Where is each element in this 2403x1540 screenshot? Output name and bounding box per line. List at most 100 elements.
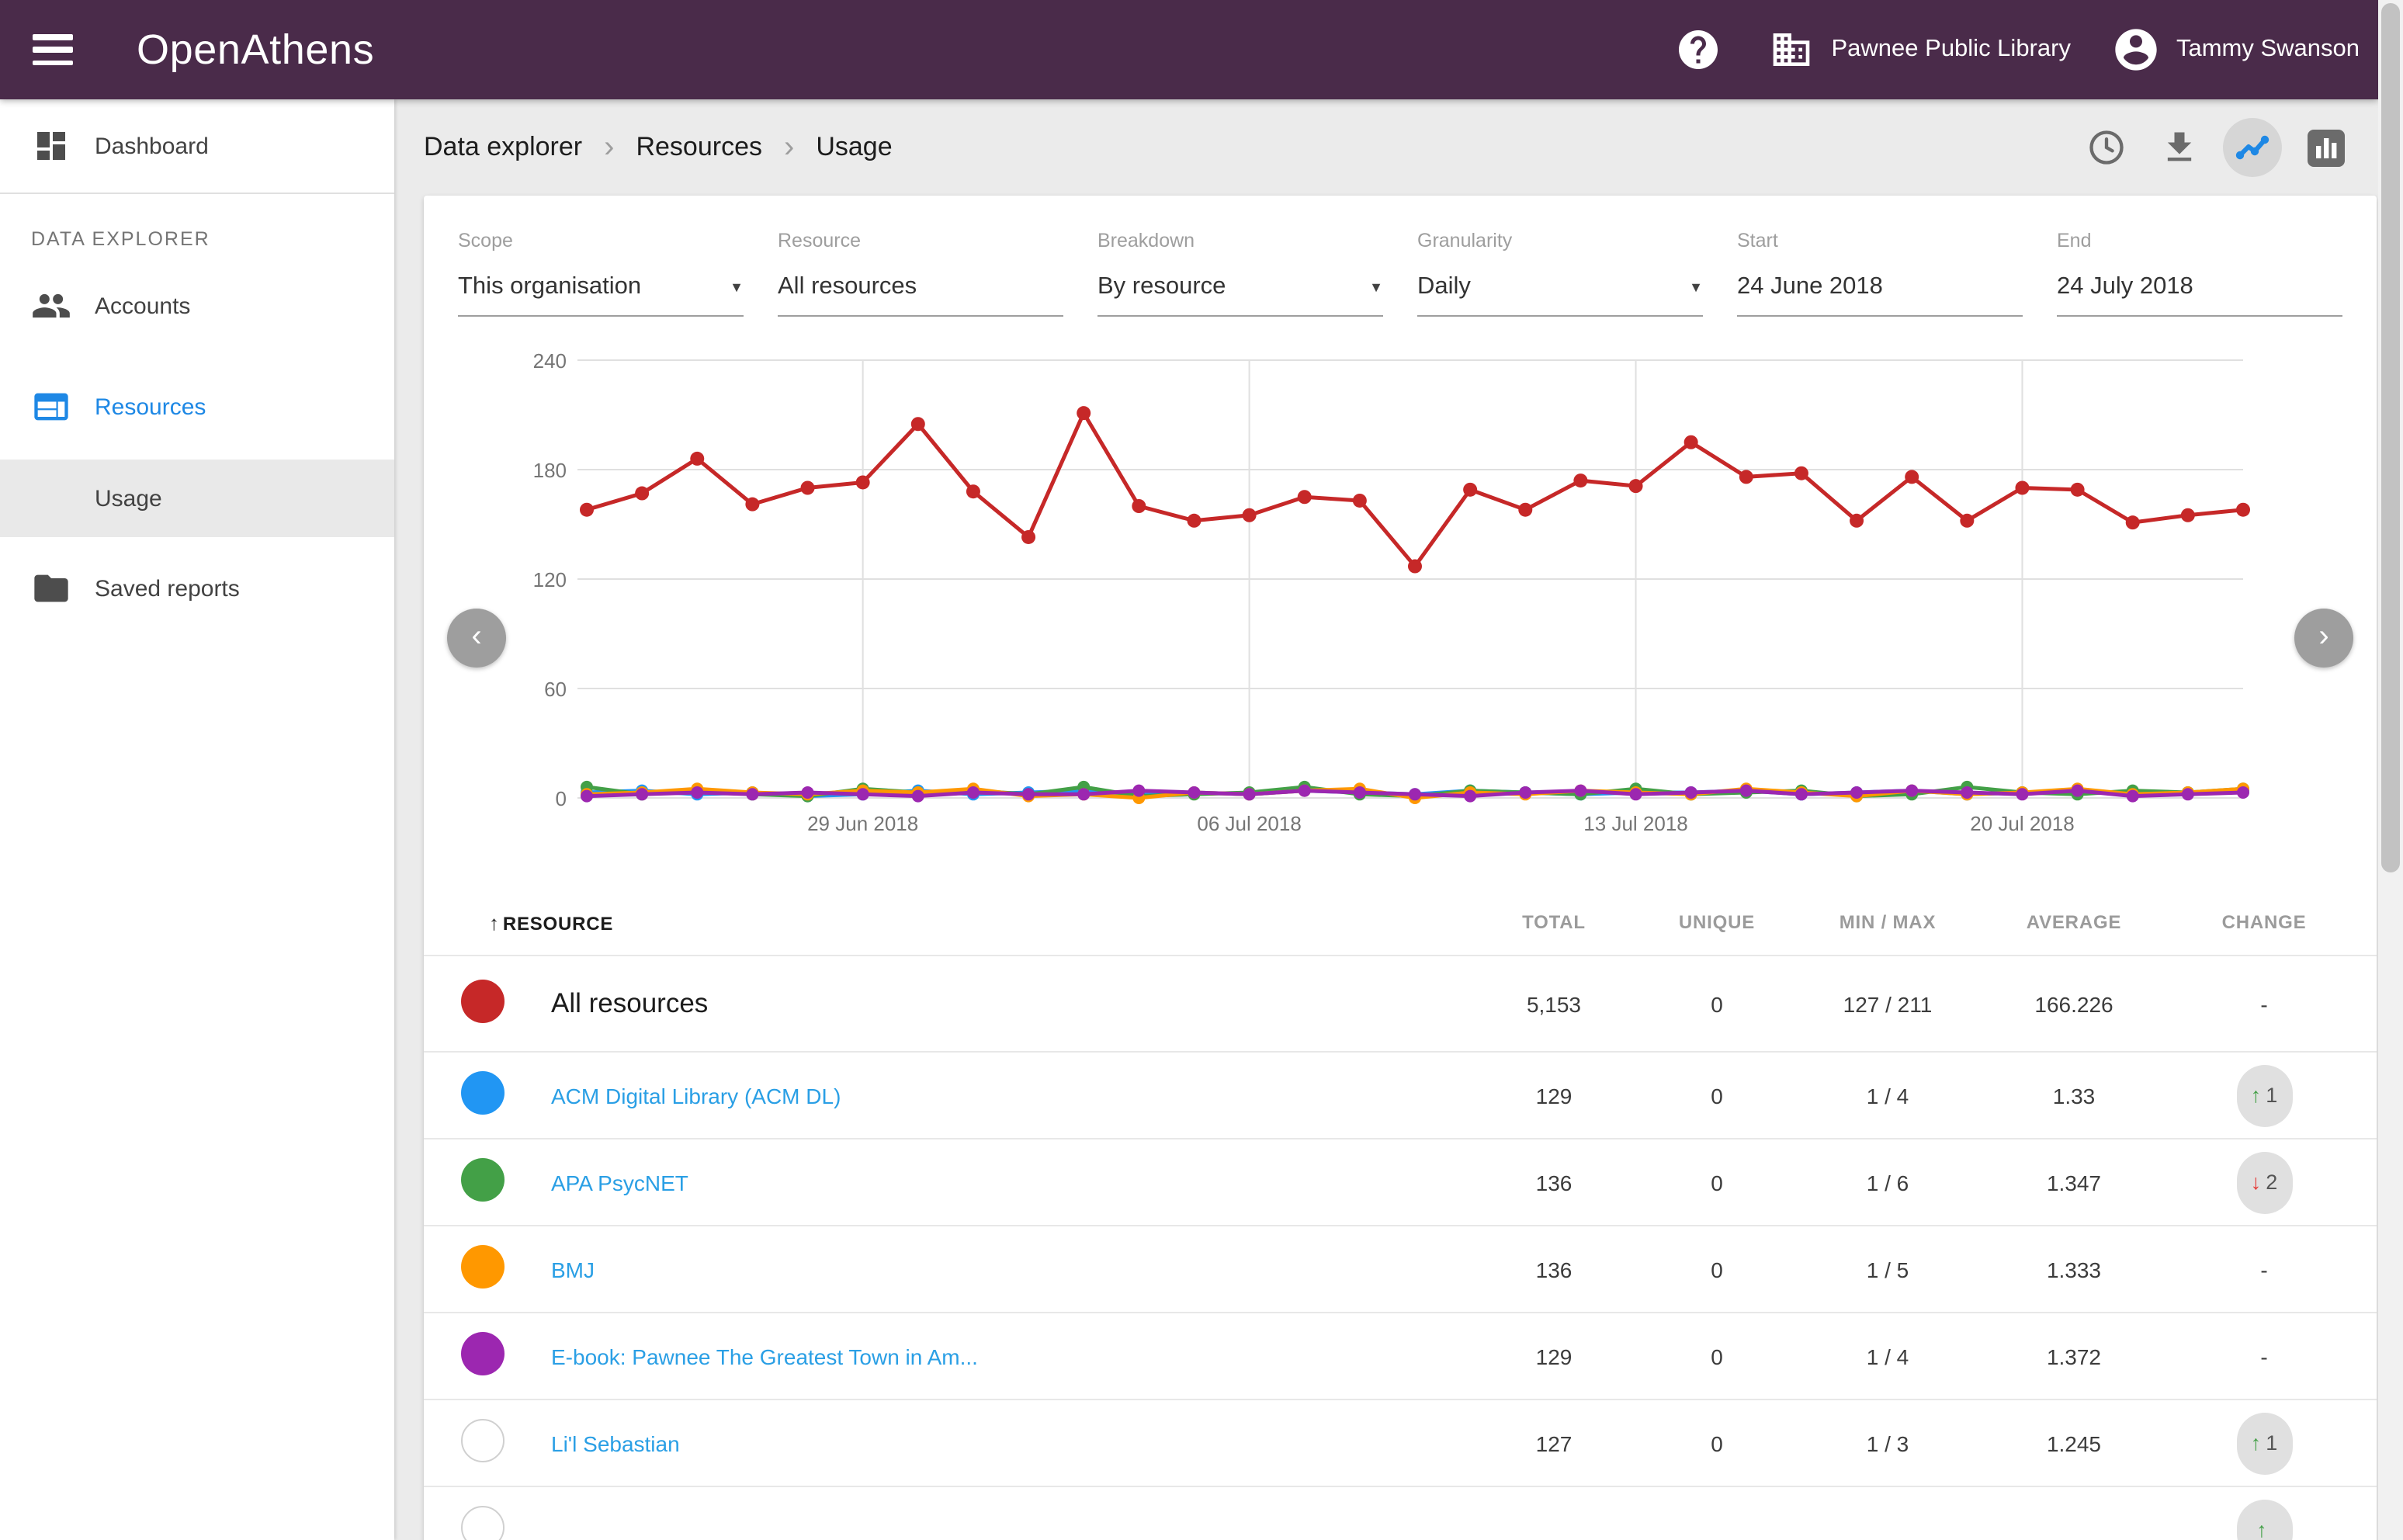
sidebar-item-saved-reports[interactable]: Saved reports: [0, 545, 394, 632]
organisation-icon[interactable]: [1767, 25, 1816, 75]
bar-chart-view-icon[interactable]: [2296, 118, 2355, 177]
table-row: APA PsycNET13601 / 61.347 ↓2: [424, 1138, 2377, 1225]
sidebar: Dashboard DATA EXPLORER Accounts Resourc…: [0, 99, 394, 1540]
breadcrumb: Data explorer › Resources › Usage: [394, 99, 2378, 196]
unique-cell: 0: [1639, 1344, 1794, 1368]
usage-chart-area: 06012018024029 Jun 201806 Jul 201813 Jul…: [424, 337, 2377, 849]
breadcrumb-resources[interactable]: Resources: [636, 132, 762, 163]
unique-cell: 0: [1639, 991, 1794, 1016]
history-icon[interactable]: [2077, 118, 2136, 177]
arrow-up-icon: ↑: [2251, 1431, 2262, 1455]
table-body: All resources5,1530127 / 211166.226-ACM …: [424, 955, 2377, 1540]
breakdown-select[interactable]: Breakdown By resource▼: [1097, 230, 1383, 317]
resource-color-cell: [461, 1506, 523, 1540]
svg-text:180: 180: [533, 459, 567, 482]
change-cell: -: [2167, 1257, 2361, 1282]
help-icon[interactable]: [1673, 25, 1723, 75]
chart-prev-button[interactable]: ‹: [447, 609, 506, 668]
sidebar-item-dashboard[interactable]: Dashboard: [0, 99, 394, 192]
download-icon[interactable]: [2150, 118, 2209, 177]
resource-column-header[interactable]: ↑RESOURCE: [461, 910, 1468, 934]
resource-link[interactable]: E-book: Pawnee The Greatest Town in Am..…: [523, 1344, 1468, 1368]
resource-color-cell: [461, 1245, 523, 1293]
arrow-up-icon: ↑: [2256, 1518, 2267, 1540]
change-value: 2: [2266, 1171, 2277, 1194]
resource-color-dot: [461, 1071, 505, 1115]
table-row: All resources5,1530127 / 211166.226-: [424, 955, 2377, 1051]
table-row: E-book: Pawnee The Greatest Town in Am..…: [424, 1312, 2377, 1399]
end-date-field[interactable]: End 24 July 2018: [2057, 230, 2342, 317]
resource-link[interactable]: Li'l Sebastian: [523, 1431, 1468, 1455]
average-cell: 1.333: [1981, 1257, 2167, 1282]
average-column-header[interactable]: AVERAGE: [1981, 911, 2167, 933]
unique-cell: 0: [1639, 1257, 1794, 1282]
table-header-row: ↑RESOURCE TOTAL UNIQUE MIN / MAX AVERAGE…: [424, 890, 2377, 955]
dashboard-icon: [31, 127, 71, 165]
minmax-cell: 1 / 6: [1794, 1170, 1981, 1195]
start-date-field[interactable]: Start 24 June 2018: [1737, 230, 2023, 317]
dropdown-caret-icon: ▼: [1689, 279, 1703, 295]
granularity-select[interactable]: Granularity Daily▼: [1417, 230, 1703, 317]
user-avatar-icon[interactable]: [2111, 25, 2161, 75]
minmax-column-header[interactable]: MIN / MAX: [1794, 911, 1981, 933]
filter-bar: Scope This organisation▼ Resource All re…: [424, 196, 2377, 317]
resource-color-dot: [461, 980, 505, 1023]
chevron-right-icon: ›: [784, 132, 794, 163]
scope-select[interactable]: Scope This organisation▼: [458, 230, 744, 317]
breadcrumb-data-explorer[interactable]: Data explorer: [424, 132, 582, 163]
table-row: BMJ13601 / 51.333-: [424, 1225, 2377, 1312]
resource-link[interactable]: APA PsycNET: [523, 1170, 1468, 1195]
unique-cell: 0: [1639, 1170, 1794, 1195]
scrollbar-thumb[interactable]: [2381, 3, 2400, 872]
change-badge: ↑1: [2236, 1064, 2292, 1126]
resource-color-dot: [461, 1419, 505, 1462]
resource-color-cell: [461, 980, 523, 1028]
svg-text:240: 240: [533, 349, 567, 373]
arrow-down-icon: ↓: [2251, 1171, 2262, 1194]
resource-name: All resources: [523, 987, 1468, 1020]
minmax-cell: 1 / 5: [1794, 1257, 1981, 1282]
unique-column-header[interactable]: UNIQUE: [1639, 911, 1794, 933]
line-chart-view-icon[interactable]: [2223, 118, 2282, 177]
chart-next-button[interactable]: ›: [2294, 609, 2353, 668]
table-row: ↑: [424, 1486, 2377, 1540]
change-column-header[interactable]: CHANGE: [2167, 911, 2361, 933]
sidebar-item-resources[interactable]: Resources: [0, 363, 394, 450]
unique-cell: 0: [1639, 1431, 1794, 1455]
sidebar-item-usage[interactable]: Usage: [0, 460, 394, 537]
resource-link[interactable]: BMJ: [523, 1257, 1468, 1282]
resource-color-dot: [461, 1158, 505, 1202]
resource-link[interactable]: ACM Digital Library (ACM DL): [523, 1083, 1468, 1108]
total-cell: 136: [1468, 1257, 1639, 1282]
svg-text:60: 60: [544, 678, 567, 701]
minmax-cell: 127 / 211: [1794, 991, 1981, 1016]
minmax-cell: 1 / 4: [1794, 1344, 1981, 1368]
average-cell: 1.347: [1981, 1170, 2167, 1195]
page-scrollbar: [2378, 0, 2403, 1540]
chevron-right-icon: ›: [604, 132, 614, 163]
dropdown-caret-icon: ▼: [730, 279, 744, 295]
total-column-header[interactable]: TOTAL: [1468, 911, 1639, 933]
table-row: ACM Digital Library (ACM DL)12901 / 41.3…: [424, 1051, 2377, 1138]
change-value: 1: [2266, 1431, 2277, 1455]
sidebar-item-accounts[interactable]: Accounts: [0, 262, 394, 349]
minmax-cell: 1 / 3: [1794, 1431, 1981, 1455]
resource-color-cell: [461, 1419, 523, 1467]
user-name[interactable]: Tammy Swanson: [2176, 36, 2360, 64]
change-cell: ↑1: [2167, 1412, 2361, 1474]
total-cell: 136: [1468, 1170, 1639, 1195]
svg-text:06 Jul 2018: 06 Jul 2018: [1197, 812, 1301, 835]
resource-color-dot: [461, 1245, 505, 1289]
app-logo: OpenAthens: [137, 26, 374, 74]
change-cell: ↑: [2167, 1499, 2361, 1540]
menu-icon[interactable]: [33, 34, 73, 65]
folder-icon: [31, 568, 71, 609]
dropdown-caret-icon: ▼: [1369, 279, 1383, 295]
total-cell: 5,153: [1468, 991, 1639, 1016]
sidebar-divider: [0, 192, 394, 194]
organisation-name[interactable]: Pawnee Public Library: [1832, 36, 2071, 64]
arrow-up-icon: ↑: [2251, 1084, 2262, 1107]
change-cell: -: [2167, 991, 2361, 1016]
resource-select[interactable]: Resource All resources: [778, 230, 1063, 317]
svg-text:20 Jul 2018: 20 Jul 2018: [1970, 812, 2074, 835]
